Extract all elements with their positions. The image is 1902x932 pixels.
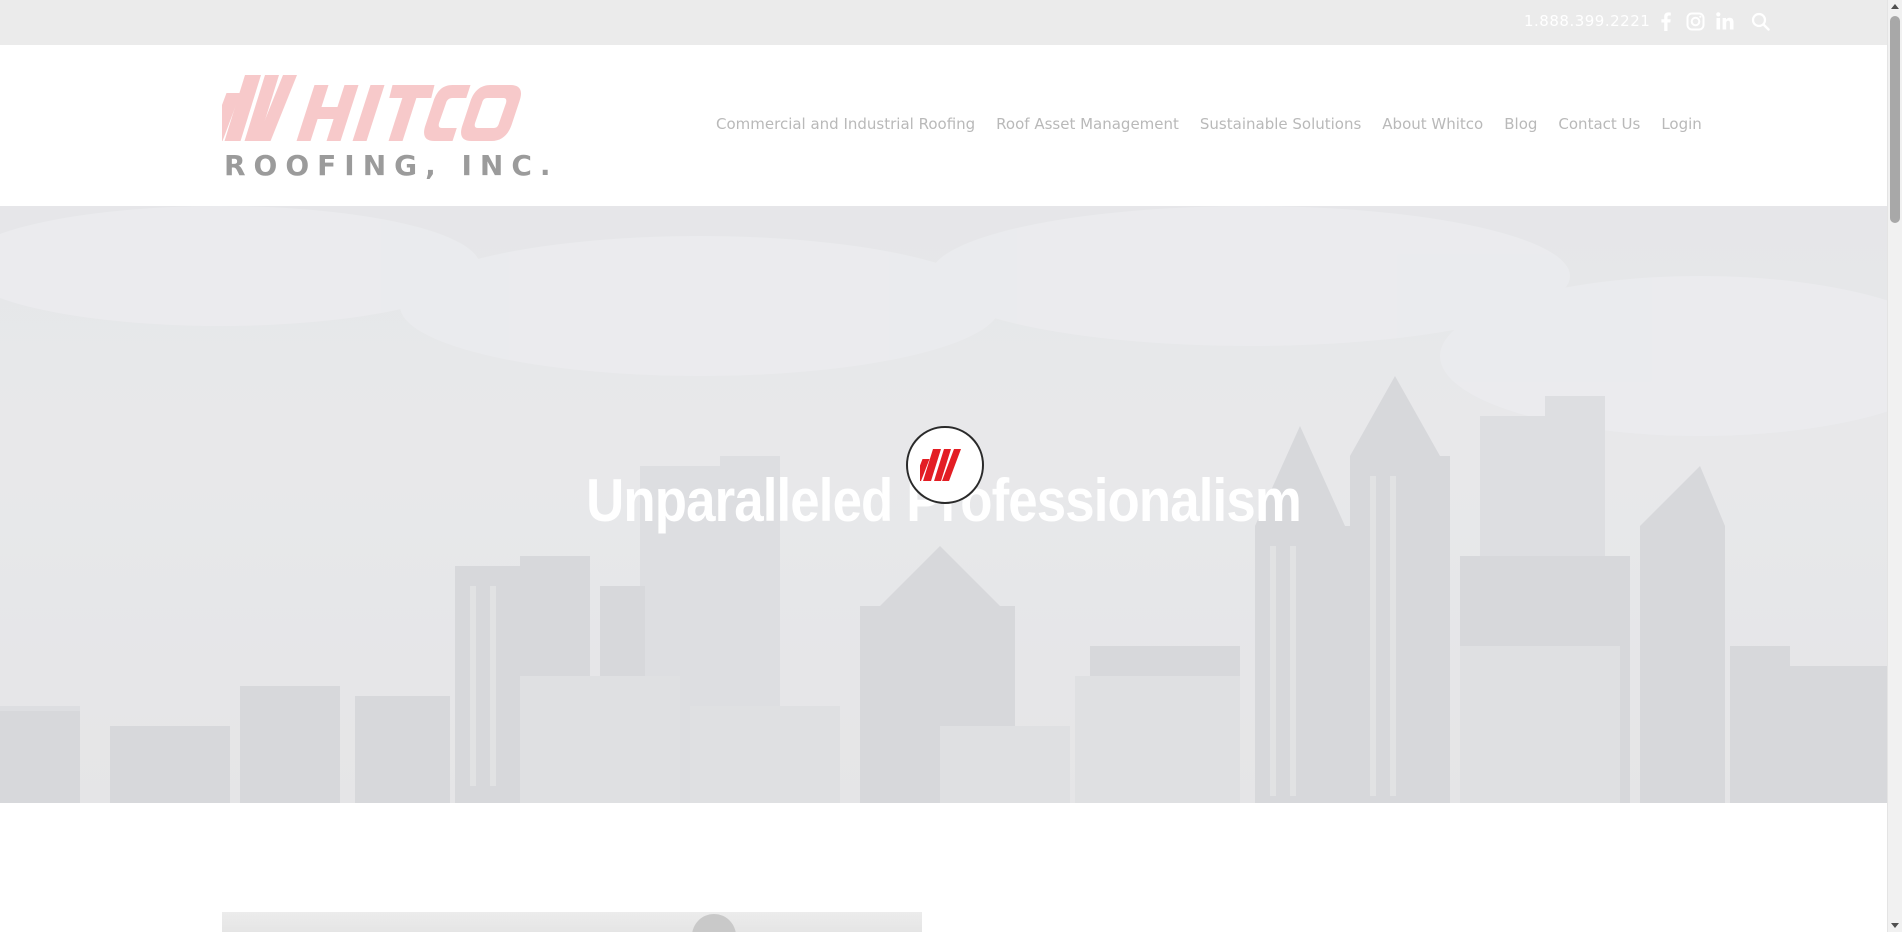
loading-badge (906, 426, 984, 504)
nav-item-blog[interactable]: Blog (1504, 115, 1537, 133)
content-image-subject (692, 914, 736, 932)
phone-link[interactable]: 1.888.399.2221 (1524, 12, 1650, 30)
nav-item-commercial-industrial-roofing[interactable]: Commercial and Industrial Roofing (716, 115, 975, 133)
scrollbar-thumb[interactable] (1890, 16, 1900, 223)
scroll-up-arrow-icon[interactable] (1891, 4, 1899, 9)
search-icon[interactable] (1749, 9, 1771, 33)
content-image (222, 912, 922, 932)
whitco-logo[interactable]: ROOFING, INC. (222, 71, 551, 183)
nav-item-about-whitco[interactable]: About Whitco (1382, 115, 1483, 133)
whitco-wordmark (222, 75, 521, 141)
nav-item-contact-us[interactable]: Contact Us (1558, 115, 1640, 133)
scroll-down-arrow-icon[interactable] (1891, 923, 1899, 928)
page: 1.888.399.2221 ROOFING, INC. Commercial … (0, 0, 1887, 932)
site-header: ROOFING, INC. Commercial and Industrial … (0, 45, 1887, 206)
hero-banner: Unparalleled Professionalism (0, 206, 1887, 803)
linkedin-icon[interactable] (1714, 9, 1736, 33)
whitco-w-icon (920, 449, 962, 481)
logo-subtitle: ROOFING, INC. (224, 149, 559, 182)
main-nav: Commercial and Industrial Roofing Roof A… (716, 115, 1702, 133)
vertical-scrollbar[interactable] (1887, 0, 1902, 932)
instagram-icon[interactable] (1684, 9, 1706, 33)
nav-item-sustainable-solutions[interactable]: Sustainable Solutions (1200, 115, 1361, 133)
facebook-icon[interactable] (1659, 9, 1673, 33)
nav-item-login[interactable]: Login (1661, 115, 1701, 133)
nav-item-roof-asset-management[interactable]: Roof Asset Management (996, 115, 1179, 133)
top-utility-bar: 1.888.399.2221 (0, 0, 1887, 45)
